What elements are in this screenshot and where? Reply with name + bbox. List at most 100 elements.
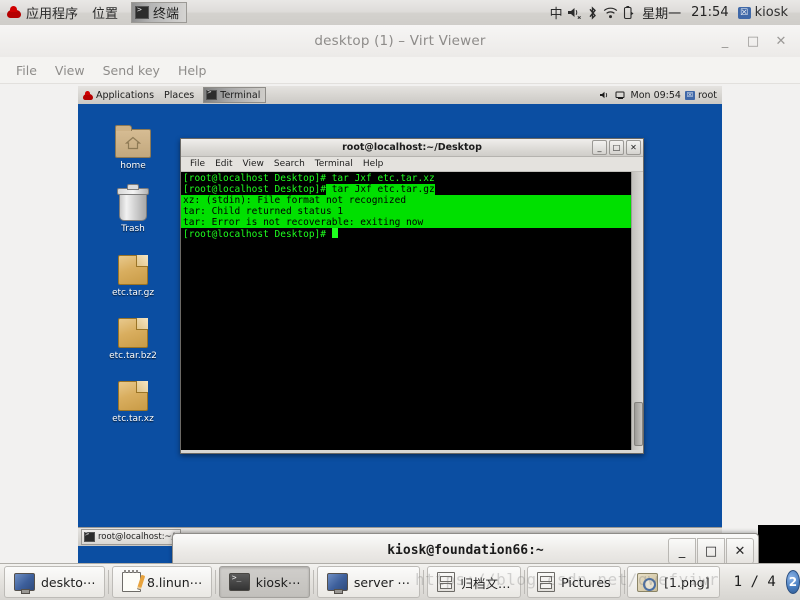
user-icon: ☒	[737, 6, 751, 19]
desktop-icon-home[interactable]: home	[105, 122, 161, 172]
desktop-icon-trash[interactable]: Trash	[105, 184, 161, 235]
taskbar-item-pictures[interactable]: Pictures	[527, 566, 621, 598]
terminal-line-list: [root@localhost Desktop]# tar Jxf etc.ta…	[181, 173, 632, 240]
terminal-selected-text: xz: (stdin): File format not recognized	[183, 195, 407, 206]
notepad-icon	[122, 570, 146, 592]
panel-clock[interactable]: 21:54	[686, 5, 733, 20]
taskbar-item-label: 归档文…	[460, 575, 511, 591]
guest-display[interactable]: Applications Places Terminal Mon 09:54 ☒	[78, 86, 722, 564]
taskbar-separator	[215, 570, 216, 594]
minimize-button[interactable]: _	[718, 35, 732, 48]
battery-icon[interactable]	[619, 4, 637, 22]
file-cabinet-icon	[436, 572, 455, 592]
guest-user-menu[interactable]: ☒ root	[684, 89, 717, 101]
terminal-scrollbar[interactable]	[631, 172, 643, 450]
guest-clock[interactable]: Mon 09:54	[631, 90, 681, 101]
desktop-icon-label: etc.tar.gz	[111, 288, 155, 298]
applications-menu[interactable]: 应用程序	[0, 0, 85, 25]
screen-root: 应用程序 位置 终端 中 星期一 21:	[0, 0, 800, 600]
taskbar-item-8linux[interactable]: 8.linun⋯	[112, 566, 213, 598]
host-panel-task-label: 终端	[153, 7, 180, 22]
kiosk-titlebar: kiosk@foundation66:~ _ □ ✕	[173, 534, 758, 566]
guest-user-label: root	[697, 89, 717, 101]
terminal-scrollbar-thumb[interactable]	[634, 402, 643, 446]
maximize-button[interactable]: □	[609, 140, 624, 155]
close-button[interactable]: ✕	[774, 35, 788, 48]
menu-file[interactable]: File	[8, 60, 45, 81]
guest-taskbar-item-terminal[interactable]: root@localhost:~/	[81, 529, 181, 545]
minimize-button[interactable]: _	[592, 140, 607, 155]
volume-icon[interactable]	[599, 89, 611, 101]
menu-view[interactable]: View	[47, 60, 93, 81]
panel-day[interactable]: 星期一	[637, 3, 686, 22]
taskbar-item-label: kiosk⋯	[255, 574, 301, 590]
terminal-text: [root@localhost Desktop]# tar Jxf etc.ta…	[183, 173, 435, 184]
guest-terminal-window[interactable]: root@localhost:~/Desktop _ □ ✕ File Edit…	[180, 138, 644, 454]
user-icon: ☒	[684, 90, 695, 100]
guest-panel-task-terminal[interactable]: Terminal	[203, 87, 267, 103]
guest-places-menu[interactable]: Places	[159, 86, 199, 104]
guest-applications-label: Applications	[96, 89, 155, 101]
archive-icon	[105, 375, 161, 411]
guest-desktop-surface[interactable]: home Trash etc.tar.gz etc.tar.bz2 etc.ta…	[78, 104, 722, 546]
menu-search[interactable]: Search	[269, 159, 310, 169]
maximize-button[interactable]: □	[697, 538, 725, 564]
minimize-button[interactable]: _	[668, 538, 696, 564]
terminal-selected-text: tar: Error is not recoverable: exiting n…	[183, 217, 424, 228]
desktop-icon-etc-tar-gz[interactable]: etc.tar.gz	[105, 249, 161, 299]
host-top-panel: 应用程序 位置 终端 中 星期一 21:	[0, 0, 800, 26]
desktop-icon-label: etc.tar.xz	[112, 414, 154, 424]
host-panel-tray: 中 星期一 21:54 ☒ kiosk	[547, 0, 800, 25]
menu-view[interactable]: View	[238, 159, 269, 169]
user-menu[interactable]: ☒ kiosk	[734, 5, 792, 20]
menu-send-key[interactable]: Send key	[95, 60, 168, 81]
menu-file[interactable]: File	[185, 159, 210, 169]
menu-edit[interactable]: Edit	[210, 159, 237, 169]
bluetooth-icon[interactable]	[583, 4, 601, 22]
taskbar-item-server[interactable]: server ⋯	[316, 566, 420, 598]
terminal-icon	[84, 530, 95, 542]
menu-help[interactable]: Help	[358, 159, 389, 169]
maximize-button[interactable]: □	[746, 35, 760, 48]
guest-applications-menu[interactable]: Applications	[78, 86, 159, 104]
desktop-icon-etc-tar-xz[interactable]: etc.tar.xz	[105, 375, 161, 425]
taskbar-item-desktop[interactable]: deskto⋯	[4, 566, 106, 598]
guest-places-label: Places	[164, 89, 195, 101]
taskbar-item-image-viewer[interactable]: [1.png]	[627, 566, 720, 598]
archive-icon	[105, 249, 161, 285]
virt-viewer-titlebar: desktop (1) – Virt Viewer _ □ ✕	[0, 25, 800, 58]
taskbar-item-label: [1.png]	[664, 574, 710, 590]
workspace-number: 2	[788, 575, 798, 589]
kiosk-window-controls: _ □ ✕	[668, 538, 754, 564]
menu-terminal[interactable]: Terminal	[310, 159, 358, 169]
image-viewer-icon	[637, 572, 659, 592]
places-menu-label: 位置	[92, 7, 119, 22]
close-button[interactable]: ✕	[726, 538, 754, 564]
guest-terminal-titlebar: root@localhost:~/Desktop _ □ ✕	[181, 139, 643, 157]
workspace-switcher[interactable]: 2	[785, 570, 800, 594]
desktop-icon-etc-tar-bz2[interactable]: etc.tar.bz2	[105, 312, 161, 362]
menu-help[interactable]: Help	[170, 60, 215, 81]
desktop-icon-label: Trash	[121, 224, 145, 234]
guest-terminal-output[interactable]: [root@localhost Desktop]# tar Jxf etc.ta…	[181, 172, 643, 450]
virt-viewer-menubar: File View Send key Help	[0, 57, 800, 84]
host-panel-left: 应用程序 位置 终端	[0, 0, 189, 25]
taskbar-item-kiosk[interactable]: kiosk⋯	[218, 566, 311, 598]
terminal-selected-text: tar: Child returned status 1	[183, 206, 344, 217]
input-method-indicator[interactable]: 中	[547, 4, 565, 22]
taskbar-separator	[108, 570, 109, 594]
places-menu[interactable]: 位置	[85, 0, 125, 25]
terminal-selected-text: tar Jxf etc.tar.gz	[326, 184, 435, 195]
volume-icon[interactable]	[565, 4, 583, 22]
network-icon[interactable]	[615, 89, 627, 101]
taskbar-item-archive-folder[interactable]: 归档文…	[426, 566, 521, 598]
close-button[interactable]: ✕	[626, 140, 641, 155]
wifi-icon[interactable]	[601, 4, 619, 22]
terminal-icon	[135, 5, 150, 19]
taskbar-separator	[523, 570, 525, 594]
desktop-icon-label: etc.tar.bz2	[109, 351, 157, 361]
taskbar-item-label: Pictures	[561, 574, 611, 590]
applications-menu-label: 应用程序	[26, 7, 79, 22]
host-panel-task-terminal[interactable]: 终端	[131, 2, 188, 23]
guest-panel-task-label: Terminal	[220, 89, 261, 101]
